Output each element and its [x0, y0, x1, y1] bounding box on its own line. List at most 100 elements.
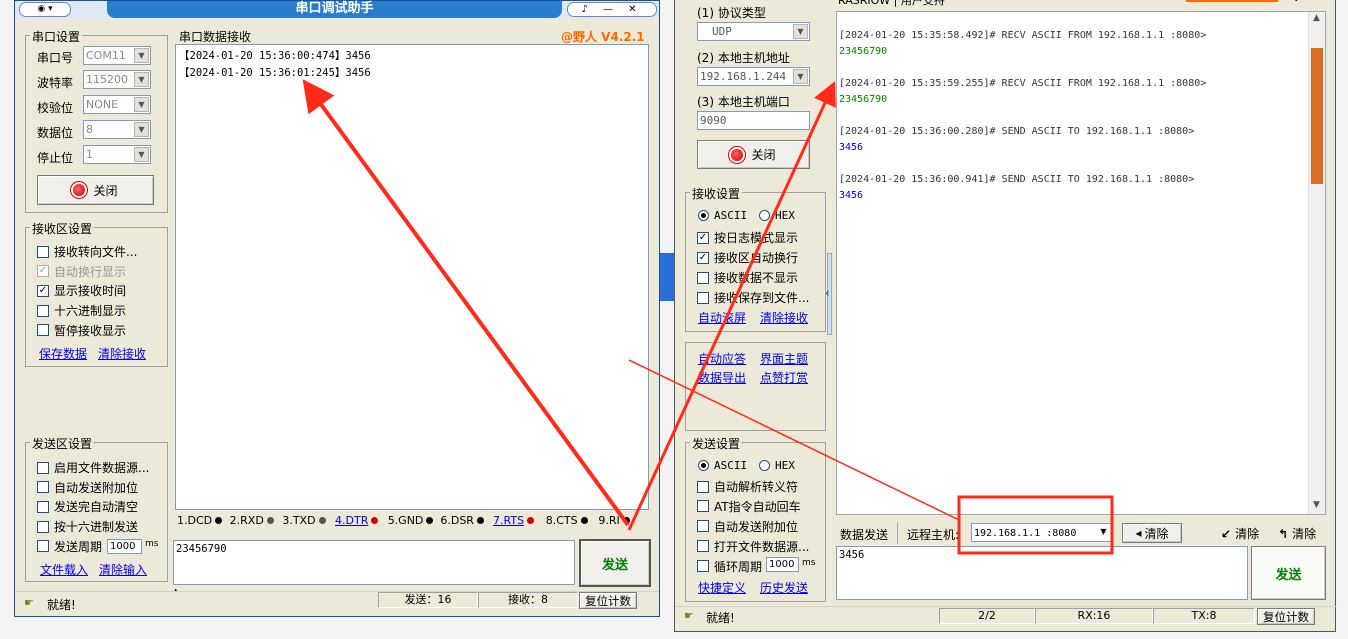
serial-settings-title: 串口设置: [30, 28, 83, 45]
send-option-checkbox-label: 发送完自动清空: [54, 500, 139, 515]
log-data: 23456790: [839, 94, 888, 105]
receive-option-checkbox[interactable]: 十六进制显示: [37, 302, 126, 319]
send-hex-radio[interactable]: HEX: [759, 459, 795, 472]
port-select[interactable]: COM11 ▼: [83, 46, 151, 65]
send-ascii-radio[interactable]: ASCII: [698, 459, 747, 472]
right-send-text: 3456: [839, 549, 865, 561]
radio-on-icon: [698, 210, 709, 221]
clear-receive-link[interactable]: 清除接收: [98, 345, 146, 362]
right-send-option-checkbox[interactable]: 打开文件数据源...: [697, 538, 809, 555]
receive-option-checkbox-label: 暂停接收显示: [54, 323, 127, 338]
log-data: 23456790: [839, 46, 888, 57]
send-option-checkbox[interactable]: 自动发送附加位: [37, 479, 138, 496]
donate-link[interactable]: 点赞打赏: [760, 369, 808, 386]
right-status-bar: ☛ 就绪! 2/2 RX:16 TX:8 复位计数: [675, 606, 1337, 626]
right-send-settings-title: 发送设置: [690, 435, 743, 452]
empty-box-icon: [37, 245, 49, 258]
databits-select[interactable]: 8 ▼: [83, 120, 151, 139]
auto-scroll-link[interactable]: 自动滚屏: [698, 309, 746, 326]
protocol-select[interactable]: UDP ▼: [697, 22, 810, 41]
log-header: [2024-01-20 15:35:58.492]# RECV ASCII FR…: [839, 30, 1207, 41]
recv-ascii-radio[interactable]: ASCII: [698, 209, 747, 222]
receive-option-checkbox[interactable]: 接收转向文件...: [37, 243, 137, 260]
baud-select[interactable]: 115200 ▼: [83, 70, 151, 89]
right-send-option-checkbox[interactable]: 自动解析转义符: [697, 478, 798, 495]
serial-close-label: 关闭: [93, 183, 118, 198]
empty-box-icon: [697, 520, 709, 533]
send-settings-title: 发送区设置: [30, 435, 95, 452]
right-send-option-checkbox-label: AT指令自动回车: [714, 499, 801, 514]
send-button[interactable]: 发送: [579, 539, 651, 587]
top-tab-strip: RASRIOW | 用户支持 ⌄: [836, 0, 1316, 8]
stopbits-select[interactable]: 1 ▼: [83, 145, 151, 164]
serial-close-button[interactable]: 关闭: [37, 175, 154, 205]
right-clear-receive-link[interactable]: 清除接收: [760, 309, 808, 326]
remote-clear-button[interactable]: ◂ 清除: [1122, 523, 1182, 543]
right-receive-option-checkbox[interactable]: ✓ 接收区自动换行: [697, 249, 798, 266]
top-tab[interactable]: RASRIOW | 用户支持: [838, 0, 945, 8]
clear-receive-button-2[interactable]: ↙ 清除: [1221, 525, 1259, 542]
shortcut-link[interactable]: 快捷定义: [698, 579, 746, 596]
port-input-right[interactable]: 9090: [697, 111, 810, 130]
receive-option-checkbox[interactable]: 暂停接收显示: [37, 322, 126, 339]
right-receive-option-checkbox[interactable]: 接收保存到文件...: [697, 289, 809, 306]
radio-off-icon: [759, 460, 770, 471]
log-data: 3456: [839, 190, 864, 201]
theme-link[interactable]: 界面主题: [760, 350, 808, 367]
network-close-button[interactable]: 关闭: [697, 140, 810, 169]
log-header: [2024-01-20 15:36:00.280]# SEND ASCII TO…: [839, 126, 1195, 137]
send-textarea[interactable]: 23456790: [173, 540, 575, 585]
parity-select[interactable]: NONE ▼: [83, 95, 151, 114]
empty-box-icon: [37, 324, 49, 337]
log-data: 3456: [839, 142, 864, 153]
right-send-option-checkbox[interactable]: 循环周期: [697, 558, 762, 575]
title-buttons[interactable]: ♪ — ✕: [567, 2, 657, 17]
left-status-bar: ☛ 就绪! 发送：16 接收：8 复位计数: [15, 591, 659, 616]
right-send-textarea[interactable]: 3456: [836, 546, 1248, 600]
receive-option-checkbox-label: 接收转向文件...: [54, 245, 138, 259]
pin-status-label: 9.RI: [598, 514, 620, 527]
reset-count-button[interactable]: 复位计数: [579, 592, 637, 609]
system-menu-button[interactable]: ◉ ▾: [19, 2, 71, 17]
top-chevron-icon[interactable]: ⌄: [1292, 0, 1300, 4]
log-textarea[interactable]: [2024-01-20 15:35:58.492]# RECV ASCII FR…: [836, 11, 1326, 515]
receive-option-checkbox[interactable]: ✓ 自动换行显示: [37, 263, 126, 280]
databits-label: 数据位: [37, 126, 74, 140]
log-scrollbar[interactable]: ▲ ▼: [1308, 12, 1325, 514]
right-receive-option-checkbox[interactable]: 接收数据不显示: [697, 269, 798, 286]
pin-status-item[interactable]: 7.RTS: [493, 514, 546, 530]
top-link[interactable]: [1186, 0, 1278, 2]
period-input[interactable]: 1000: [107, 539, 142, 554]
scroll-down-icon[interactable]: ▼: [1313, 500, 1320, 510]
cycle-period-input[interactable]: 1000: [766, 557, 799, 572]
empty-box-icon: [697, 500, 709, 513]
right-send-option-checkbox[interactable]: 自动发送附加位: [697, 518, 798, 535]
receive-option-checkbox[interactable]: ✓ 显示接收时间: [37, 282, 126, 299]
clear-send-button-3[interactable]: ↰ 清除: [1278, 525, 1316, 542]
send-option-checkbox-label: 自动发送附加位: [54, 480, 139, 495]
send-option-checkbox[interactable]: 发送周期: [37, 538, 102, 555]
send-option-checkbox[interactable]: 按十六进制发送: [37, 518, 138, 535]
right-send-option-checkbox[interactable]: AT指令自动回车: [697, 498, 801, 515]
right-send-button[interactable]: 发送: [1251, 546, 1326, 600]
right-reset-count-button[interactable]: 复位计数: [1257, 608, 1315, 625]
scroll-up-icon[interactable]: ▲: [1313, 13, 1320, 23]
right-receive-option-checkbox[interactable]: ✓ 按日志模式显示: [697, 229, 798, 246]
receive-textarea[interactable]: 【2024-01-20 15:36:00:474】3456 【2024-01-2…: [175, 44, 649, 510]
pin-status-item[interactable]: 4.DTR: [335, 514, 388, 530]
host-select[interactable]: 192.168.1.244 ▼: [697, 67, 810, 86]
send-option-checkbox[interactable]: 发送完自动清空: [37, 498, 138, 515]
clear-input-link[interactable]: 清除输入: [99, 561, 147, 578]
remote-host-select[interactable]: 192.168.1.1 :8080 ▼: [971, 523, 1113, 542]
scroll-thumb[interactable]: [1311, 48, 1323, 184]
recv-hex-radio[interactable]: HEX: [759, 209, 795, 222]
save-data-link[interactable]: 保存数据: [39, 345, 87, 362]
log-header: [2024-01-20 15:35:59.255]# RECV ASCII FR…: [839, 78, 1207, 89]
send-option-checkbox[interactable]: 启用文件数据源...: [37, 459, 149, 476]
auto-reply-link[interactable]: 自动应答: [698, 350, 746, 367]
left-title-bar[interactable]: ◉ ▾ 串口调试助手 ♪ — ✕: [15, 1, 659, 19]
export-link[interactable]: 数据导出: [698, 369, 746, 386]
history-link[interactable]: 历史发送: [760, 579, 808, 596]
chevron-left-icon[interactable]: ‹: [825, 286, 830, 300]
load-file-link[interactable]: 文件载入: [40, 561, 88, 578]
